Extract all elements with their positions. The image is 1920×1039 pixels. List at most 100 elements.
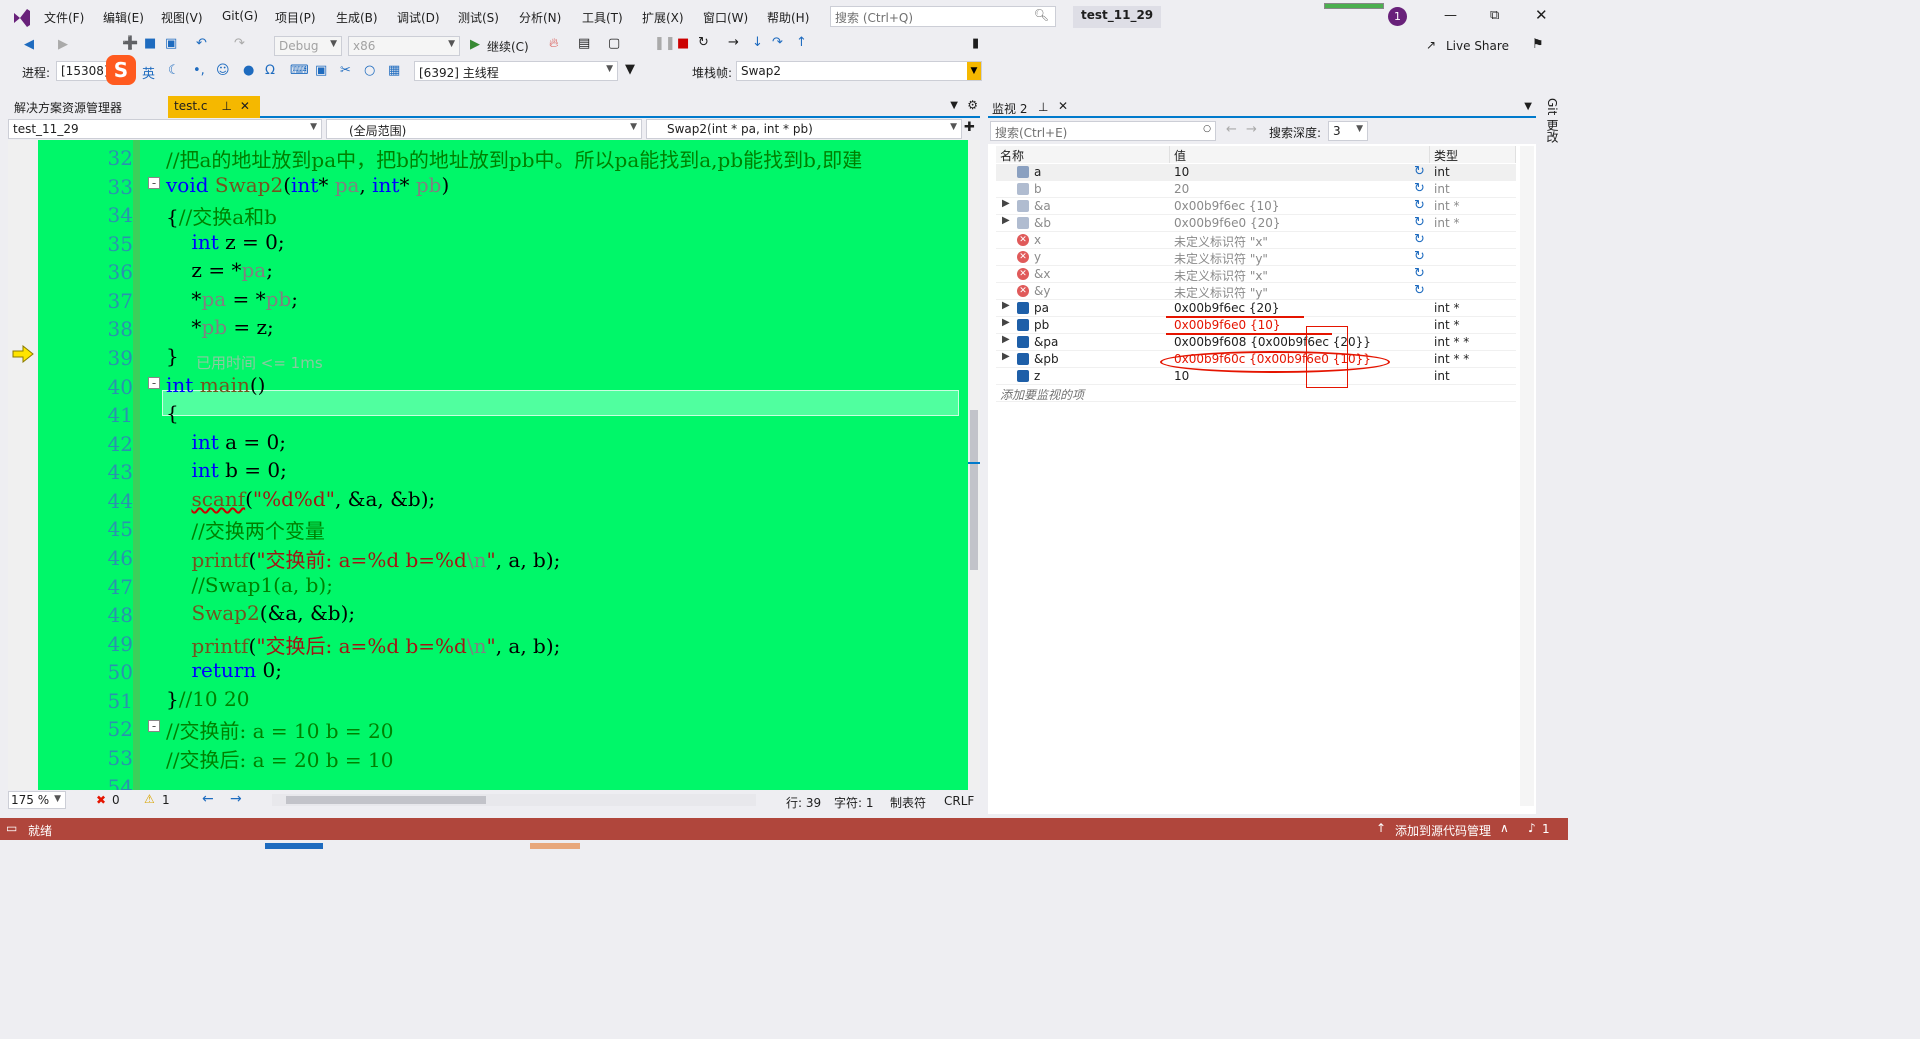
add-watch-row[interactable]: 添加要监视的项 — [996, 385, 1516, 402]
arrow-up-icon[interactable]: ↑ — [1376, 821, 1386, 835]
error-icon[interactable]: ✖ — [96, 793, 106, 807]
watch-search-input[interactable]: 搜索(Ctrl+E) ○ — [990, 121, 1216, 141]
watch-scrollbar[interactable] — [1520, 146, 1534, 806]
notification-bell-icon[interactable]: ♪ — [1528, 821, 1536, 835]
watch-row-value[interactable]: 未定义标识符 "x" — [1174, 267, 1268, 284]
continue-icon[interactable]: ▶ — [470, 37, 480, 52]
restore-icon[interactable]: ⧉ — [1490, 8, 1499, 23]
account-avatar[interactable]: 1 — [1388, 7, 1407, 26]
watch-row-value[interactable]: 0x00b9f6ec {20} — [1174, 301, 1279, 315]
scrollbar-thumb[interactable] — [286, 796, 486, 804]
global-search-input[interactable]: 搜索 (Ctrl+Q) 🔍︎ — [830, 6, 1056, 27]
cursor-column[interactable]: 字符: 1 — [834, 794, 874, 811]
expand-icon[interactable]: ▶ — [1002, 215, 1010, 226]
vertical-scrollbar[interactable] — [968, 140, 980, 790]
step-over-icon[interactable]: ↷ — [772, 35, 783, 50]
column-name-header[interactable]: 名称 — [996, 146, 1170, 163]
navigate-back-icon[interactable]: ◀︎ — [24, 37, 34, 52]
refresh-icon[interactable]: ↻ — [1414, 215, 1425, 230]
watch-row-value[interactable]: 10 — [1174, 369, 1189, 383]
filter-icon[interactable]: ▼ — [625, 62, 635, 77]
close-window-icon[interactable]: ✕ — [1535, 6, 1548, 24]
refresh-icon[interactable]: ↻ — [1414, 232, 1425, 247]
watch-row-value[interactable]: 0x00b9f6e0 {10} — [1174, 318, 1281, 332]
process-select[interactable]: [15308] — [56, 61, 110, 81]
watch-row-value[interactable]: 未定义标识符 "y" — [1174, 250, 1268, 267]
watch-row[interactable]: ✕ y 未定义标识符 "y" ↻ — [996, 249, 1516, 266]
refresh-icon[interactable]: ↻ — [1414, 249, 1425, 264]
menu-git[interactable]: Git(G) — [222, 9, 258, 23]
expand-icon[interactable]: ▶ — [1002, 317, 1010, 328]
pause-icon[interactable]: ❚❚ — [654, 36, 676, 51]
watch-row[interactable]: ▶ &pa 0x00b9f608 {0x00b9f6ec {20}} int * * — [996, 334, 1516, 351]
watch-row-value[interactable]: 10 — [1174, 165, 1189, 179]
watch-row-value[interactable]: 0x00b9f6e0 {20} — [1174, 216, 1281, 230]
indicator-margin[interactable] — [8, 140, 38, 790]
tab-test-c[interactable]: test.c ⊥ ✕ — [168, 96, 260, 118]
undo-icon[interactable]: ↶ — [196, 36, 207, 51]
chevron-up-icon[interactable]: ∧ — [1500, 821, 1509, 835]
watch-title[interactable]: 监视 2 — [992, 100, 1027, 117]
show-next-statement-icon[interactable]: → — [728, 35, 739, 50]
collapse-icon[interactable]: - — [148, 720, 160, 732]
ime-punctuation-icon[interactable]: •, — [193, 63, 205, 78]
minimize-icon[interactable]: — — [1444, 8, 1457, 23]
save-icon[interactable]: ■ — [144, 36, 156, 51]
live-share-icon[interactable]: ↗ — [1426, 38, 1436, 52]
save-all-icon[interactable]: ▣ — [165, 36, 177, 51]
expand-icon[interactable]: ▶ — [1002, 351, 1010, 362]
refresh-icon[interactable]: ↻ — [1414, 266, 1425, 281]
platform-select[interactable]: x86 ▼ — [348, 36, 460, 56]
scrollbar-thumb[interactable] — [970, 410, 978, 570]
ime-scissors-icon[interactable]: ✂ — [340, 63, 351, 78]
taskbar-item[interactable] — [530, 843, 580, 849]
ime-search-icon[interactable]: ○ — [364, 63, 375, 78]
warning-count[interactable]: 1 — [162, 793, 170, 807]
collapse-icon[interactable]: - — [148, 377, 160, 389]
notification-count[interactable]: 1 — [1542, 822, 1550, 836]
ime-mic-icon[interactable]: ● — [243, 63, 254, 78]
watch-row[interactable]: ▶ &a 0x00b9f6ec {10} ↻ int * — [996, 198, 1516, 215]
hot-reload-icon[interactable]: 🔥︎ — [549, 36, 559, 51]
navigate-forward-icon[interactable]: ▶︎ — [58, 37, 68, 52]
horizontal-scrollbar[interactable] — [272, 794, 756, 806]
refresh-icon[interactable]: ↻ — [1414, 198, 1425, 213]
search-previous-icon[interactable]: ← — [1226, 122, 1237, 137]
refresh-icon[interactable]: ↻ — [1414, 164, 1425, 179]
visual-studio-logo-icon[interactable] — [10, 6, 32, 28]
panel-menu-icon[interactable]: ▼ — [1524, 101, 1532, 112]
menu-help[interactable]: 帮助(H) — [767, 9, 809, 26]
menu-debug[interactable]: 调试(D) — [397, 9, 440, 26]
screenshot-icon[interactable]: ▢ — [608, 36, 620, 51]
redo-icon[interactable]: ↷ — [234, 36, 245, 51]
watch-row-value[interactable]: 未定义标识符 "x" — [1174, 233, 1268, 250]
ime-language[interactable]: 英 — [142, 63, 155, 82]
project-select[interactable]: test_11_29 ▼ — [8, 119, 322, 139]
menu-analyze[interactable]: 分析(N) — [519, 9, 561, 26]
restart-icon[interactable]: ↻ — [698, 35, 709, 50]
menu-edit[interactable]: 编辑(E) — [103, 9, 144, 26]
close-tab-icon[interactable]: ✕ — [240, 99, 250, 113]
step-into-icon[interactable]: ↓ — [752, 35, 763, 50]
depth-select[interactable]: 3 ▼ — [1328, 121, 1368, 141]
folder-icon[interactable]: ▤ — [578, 36, 590, 51]
watch-row[interactable]: ▶ &b 0x00b9f6e0 {20} ↻ int * — [996, 215, 1516, 232]
previous-issue-icon[interactable]: ← — [202, 791, 214, 807]
git-changes-tab[interactable]: Git 更改 — [1544, 98, 1561, 143]
feedback-icon[interactable]: ⚑ — [1532, 37, 1544, 52]
code-editor[interactable]: 32 33 34 35 36 37 38 39 40 41 42 43 44 4… — [8, 140, 968, 790]
watch-row[interactable]: ✕ &x 未定义标识符 "x" ↻ — [996, 266, 1516, 283]
config-select[interactable]: Debug ▼ — [274, 36, 342, 56]
watch-row[interactable]: ✕ &y 未定义标识符 "y" ↻ — [996, 283, 1516, 300]
ime-emoji-icon[interactable]: ☺ — [216, 63, 230, 78]
menu-test[interactable]: 测试(S) — [458, 9, 499, 26]
watch-row-value[interactable]: 20 — [1174, 182, 1189, 196]
refresh-icon[interactable]: ↻ — [1414, 181, 1425, 196]
collapse-icon[interactable]: - — [148, 177, 160, 189]
watch-row[interactable]: ▶ pb 0x00b9f6e0 {10} int * — [996, 317, 1516, 335]
expand-icon[interactable]: ▶ — [1002, 334, 1010, 345]
next-issue-icon[interactable]: → — [230, 791, 242, 807]
search-next-icon[interactable]: → — [1246, 122, 1257, 137]
live-share-button[interactable]: Live Share — [1446, 39, 1509, 53]
expand-icon[interactable]: ▶ — [1002, 198, 1010, 209]
